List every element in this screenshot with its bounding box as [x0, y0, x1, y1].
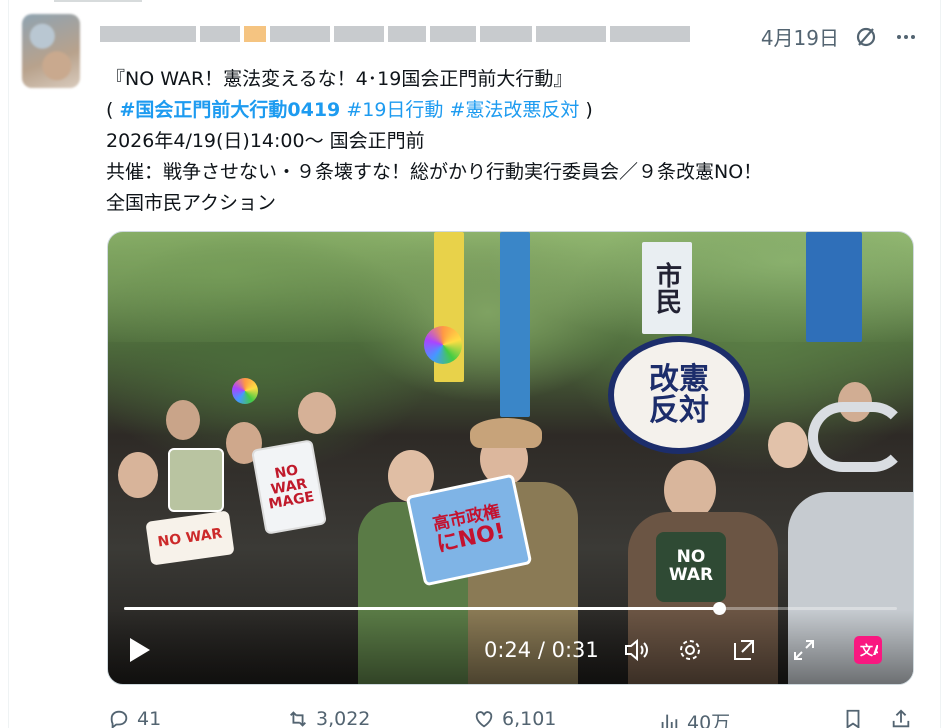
- heart-icon: [475, 711, 493, 728]
- translate-caption-icon[interactable]: 文A: [854, 636, 882, 664]
- retweet-button[interactable]: 3,022: [287, 708, 370, 728]
- organizer-line: 共催：戦争させない・９条壊すな！総がかり行動実行委員会／９条改憲NO！: [106, 161, 763, 183]
- sign-main-line2: 反対: [649, 393, 709, 428]
- more-dots-icon[interactable]: [893, 24, 919, 50]
- thread-connector: [54, 0, 142, 2]
- share-button[interactable]: [890, 708, 912, 728]
- blurred-author-name[interactable]: [100, 24, 690, 44]
- protester: [768, 422, 808, 468]
- paren-open: (: [106, 99, 120, 121]
- video-time: 0:24 / 0:31: [484, 638, 599, 662]
- protester: [166, 400, 200, 440]
- no-war-peace-sign: NO WAR MAGE: [251, 439, 327, 535]
- tweet-actions: 41 3,022 6,101 40万: [0, 704, 949, 728]
- tweet-header-right: 4月19日: [761, 22, 919, 51]
- protester: [664, 460, 716, 520]
- svg-text:文A: 文A: [860, 643, 878, 659]
- hashtag-line: ( #国会正門前大行動0419 #19日行動 #憲法改悪反対 ): [106, 95, 926, 126]
- video-player[interactable]: 市民 NO WAR 改憲 反対 高市政権 にNO! NO WAR MAGE NO…: [107, 231, 914, 685]
- blue-flag: [806, 232, 862, 342]
- shimin-banner: 市民: [642, 242, 692, 334]
- no-war-shirt: NO WAR: [656, 532, 726, 602]
- volume-icon[interactable]: [620, 634, 652, 666]
- rainbow-balloon: [424, 326, 462, 364]
- silver-balloon: [808, 402, 908, 472]
- photo-sign: [168, 448, 224, 512]
- protester: [298, 392, 336, 434]
- tweet-title-line: 『NO WAR！憲法変えるな！4･19国会正門前大行動』: [106, 68, 573, 90]
- hashtag-link[interactable]: #国会正門前大行動0419: [119, 99, 340, 121]
- gear-icon[interactable]: [674, 634, 706, 666]
- grok-slash-icon[interactable]: [853, 24, 879, 50]
- retweet-count: 3,022: [316, 708, 371, 728]
- reply-icon: [110, 710, 128, 728]
- kaiken-hantai-sign: 改憲 反対: [608, 336, 750, 454]
- organizer-line-2: 全国市民アクション: [106, 192, 277, 214]
- hashtag-link[interactable]: #19日行動: [346, 99, 443, 121]
- like-count: 6,101: [502, 708, 557, 728]
- retweet-icon: [290, 711, 306, 727]
- views-button[interactable]: 40万: [658, 708, 730, 728]
- blue-banner: [500, 232, 530, 417]
- play-icon[interactable]: [130, 638, 150, 662]
- share-icon: [892, 709, 910, 728]
- picture-in-picture-icon[interactable]: [728, 634, 760, 666]
- fullscreen-icon[interactable]: [788, 634, 820, 666]
- paren-close: ): [579, 99, 593, 121]
- tweet-date[interactable]: 4月19日: [761, 22, 839, 51]
- bookmark-button[interactable]: [842, 708, 864, 728]
- bookmark-icon: [846, 709, 860, 728]
- rainbow-balloon: [232, 378, 258, 404]
- hashtag-link[interactable]: #憲法改悪反対: [449, 99, 579, 121]
- reply-button[interactable]: 41: [108, 708, 161, 728]
- sign-main-line1: 改憲: [649, 361, 709, 397]
- event-datetime-line: 2026年4/19(日)14:00～ 国会正門前: [106, 130, 425, 152]
- sun-hat: [470, 418, 542, 448]
- reply-count: 41: [137, 708, 162, 728]
- like-button[interactable]: 6,101: [473, 708, 556, 728]
- no-war-banner-sign: NO WAR: [145, 510, 235, 566]
- views-chart-icon: [661, 714, 678, 728]
- views-count: 40万: [687, 712, 731, 728]
- avatar[interactable]: [22, 14, 80, 88]
- tweet-text: 『NO WAR！憲法変えるな！4･19国会正門前大行動』 ( #国会正門前大行動…: [106, 64, 926, 219]
- video-controls: 0:24 / 0:31 文A: [108, 610, 913, 684]
- protester: [118, 452, 158, 498]
